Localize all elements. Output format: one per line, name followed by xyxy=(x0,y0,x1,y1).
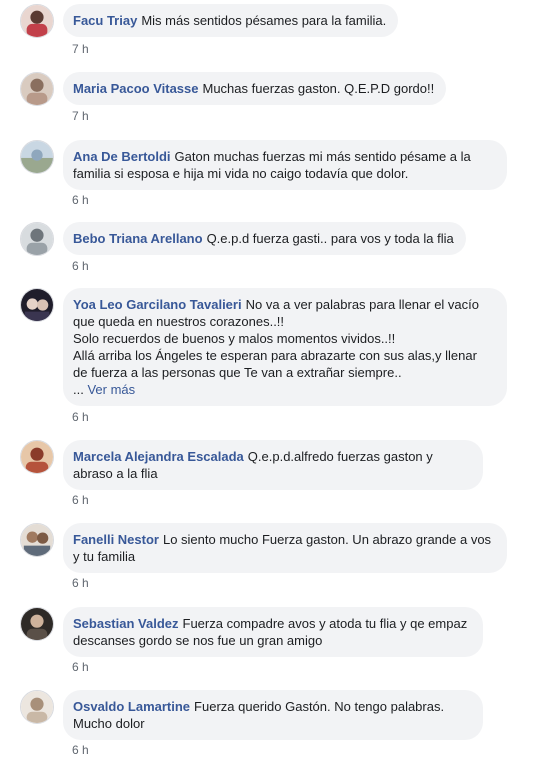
comment-timestamp[interactable]: 6 h xyxy=(72,660,89,674)
ellipsis: ... xyxy=(73,382,88,397)
comment-author[interactable]: Yoa Leo Garcilano Tavalieri xyxy=(73,297,242,312)
comment-timestamp[interactable]: 7 h xyxy=(72,109,89,123)
comment-timestamp[interactable]: 7 h xyxy=(72,42,89,56)
comment-bubble: Marcela Alejandra Escalada Q.e.p.d.alfred… xyxy=(63,440,483,490)
see-more-link[interactable]: Ver más xyxy=(87,382,135,397)
comment-timestamp[interactable]: 6 h xyxy=(72,259,89,273)
comment-bubble: Yoa Leo Garcilano Tavalieri No va a ver p… xyxy=(63,288,507,406)
comment-bubble: Bebo Triana Arellano Q.e.p.d fuerza gasti… xyxy=(63,222,466,255)
comment-bubble: Sebastian Valdez Fuerza compadre avos y a… xyxy=(63,607,483,657)
comment-author[interactable]: Ana De Bertoldi xyxy=(73,149,171,164)
comment-author[interactable]: Maria Pacoo Vitasse xyxy=(73,81,199,96)
comment-bubble: Facu Triay Mis más sentidos pésames para … xyxy=(63,4,399,37)
avatar[interactable] xyxy=(20,288,54,322)
avatar[interactable] xyxy=(20,4,54,38)
comment-timestamp[interactable]: 6 h xyxy=(72,410,89,424)
comment-author[interactable]: Sebastian Valdez xyxy=(73,616,179,631)
comment-text: Mis más sentidos pésames para la familia… xyxy=(141,13,387,28)
avatar[interactable] xyxy=(20,140,54,174)
comment-timestamp[interactable]: 6 h xyxy=(72,193,89,207)
avatar[interactable] xyxy=(20,607,54,641)
comment-author[interactable]: Facu Triay xyxy=(73,13,137,28)
avatar[interactable] xyxy=(20,72,54,106)
comment-bubble: Fanelli Nestor Lo siento mucho Fuerza gas… xyxy=(63,523,507,573)
avatar[interactable] xyxy=(20,690,54,724)
comment-timestamp[interactable]: 6 h xyxy=(72,576,89,590)
comment-text: Q.e.p.d fuerza gasti.. para vos y toda l… xyxy=(206,231,454,246)
comment-text: Muchas fuerzas gaston. Q.E.P.D gordo!! xyxy=(202,81,435,96)
avatar[interactable] xyxy=(20,222,54,256)
comment-author[interactable]: Marcela Alejandra Escalada xyxy=(73,449,244,464)
comment-author[interactable]: Fanelli Nestor xyxy=(73,532,159,547)
comment-author[interactable]: Bebo Triana Arellano xyxy=(73,231,203,246)
avatar[interactable] xyxy=(20,440,54,474)
avatar[interactable] xyxy=(20,523,54,557)
comment-bubble: Ana De Bertoldi Gaton muchas fuerzas mi m… xyxy=(63,140,507,190)
comment-timestamp[interactable]: 6 h xyxy=(72,493,89,507)
comment-author[interactable]: Osvaldo Lamartine xyxy=(73,699,190,714)
comment-bubble: Osvaldo Lamartine Fuerza querido Gastón. … xyxy=(63,690,483,740)
comment-bubble: Maria Pacoo Vitasse Muchas fuerzas gaston… xyxy=(63,72,447,105)
comment-timestamp[interactable]: 6 h xyxy=(72,743,89,757)
